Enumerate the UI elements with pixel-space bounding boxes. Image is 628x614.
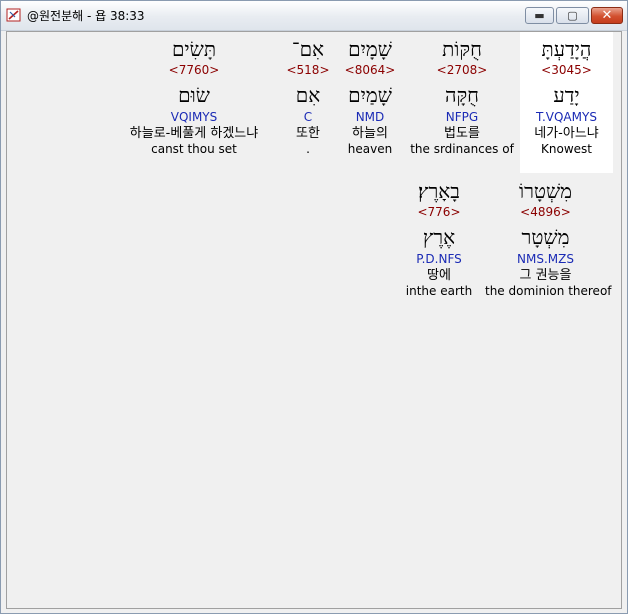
- parsing-code: NFPG: [445, 110, 479, 124]
- word-block[interactable]: הֲיָדַעְתָּ <3045> יָדַע T.VQAMYS 네가-아느냐…: [520, 32, 613, 173]
- hebrew-lemma: שָׁמַיִם: [348, 83, 392, 107]
- strong-number[interactable]: <8064>: [339, 63, 401, 78]
- app-icon: [6, 8, 21, 22]
- parsing-code: C: [303, 110, 313, 124]
- word-block[interactable]: שָׁמָיִם <8064> שָׁמַיִם NMD 하늘의 heaven: [339, 32, 401, 173]
- close-icon: ✕: [601, 8, 613, 23]
- hebrew-lemma: אֶרֶץ: [422, 225, 456, 249]
- korean-gloss: 법도를: [444, 126, 480, 141]
- word-block[interactable]: אִם־ <518> אִם C 또한 .: [283, 32, 333, 173]
- english-gloss: canst thou set: [151, 142, 237, 156]
- strong-number[interactable]: <2708>: [409, 63, 515, 78]
- strong-number[interactable]: <3045>: [520, 63, 613, 78]
- korean-gloss: 네가-아느냐: [534, 126, 599, 141]
- window-title: @원전분해 - 욥 38:33: [27, 9, 145, 23]
- english-gloss: the srdinances of: [410, 142, 514, 156]
- parsing-code: T.VQAMYS: [536, 110, 597, 124]
- korean-gloss: 그 권능을: [519, 268, 572, 283]
- parsing-code: NMD: [355, 110, 385, 124]
- hebrew-word: חֻקּוֹת: [442, 37, 482, 61]
- word-block[interactable]: בָאָרֶץ׃ <776> אֶרֶץ P.D.NFS 땅에 inthe ea…: [399, 174, 479, 315]
- strong-number[interactable]: <4896>: [485, 205, 606, 220]
- word-block[interactable]: מִשְׁטָרוֹ <4896> מִשְׁטָר NMS.MZS 그 권능을…: [485, 174, 612, 315]
- title-bar[interactable]: @원전분해 - 욥 38:33 ▬ ▢ ✕: [1, 1, 627, 31]
- korean-gloss: 하늘로-베풀게 하겠느냐: [129, 126, 259, 141]
- hebrew-word: אִם־: [291, 37, 325, 61]
- word-block[interactable]: חֻקּוֹת <2708> חֻקָּה NFPG 법도를 the srdin…: [409, 32, 515, 173]
- english-gloss: Knowest: [541, 142, 592, 156]
- english-gloss: the dominion thereof: [485, 284, 612, 298]
- hebrew-lemma: שׂוּם: [178, 83, 210, 107]
- maximize-button[interactable]: ▢: [556, 7, 589, 24]
- word-block[interactable]: תָּשִׂים <7760> שׂוּם VQIMYS 하늘로-베풀게 하겠느…: [109, 32, 279, 173]
- hebrew-word: תָּשִׂים: [171, 37, 217, 61]
- english-gloss: inthe earth: [405, 284, 473, 298]
- hebrew-lemma: חֻקָּה: [444, 83, 480, 107]
- hebrew-lemma: יָדַע: [553, 83, 580, 107]
- korean-gloss: 하늘의: [352, 126, 388, 141]
- strong-number[interactable]: <776>: [399, 205, 479, 220]
- korean-gloss: 땅에: [427, 268, 451, 283]
- app-window: @원전분해 - 욥 38:33 ▬ ▢ ✕ הֲיָדַעְתָּ <3045>…: [0, 0, 628, 614]
- strong-number[interactable]: <518>: [283, 63, 333, 78]
- parsing-code: NMS.MZS: [517, 252, 574, 266]
- hebrew-lemma: מִשְׁטָר: [521, 225, 570, 249]
- hebrew-lemma: אִם: [295, 83, 321, 107]
- hebrew-word: מִשְׁטָרוֹ: [518, 179, 573, 203]
- korean-gloss: 또한: [296, 126, 320, 141]
- hebrew-word: הֲיָדַעְתָּ: [541, 37, 592, 61]
- close-button[interactable]: ✕: [591, 7, 623, 24]
- english-gloss: heaven: [347, 142, 393, 156]
- strong-number[interactable]: <7760>: [109, 63, 279, 78]
- parsing-code: P.D.NFS: [416, 252, 462, 266]
- minimize-icon: ▬: [534, 9, 545, 22]
- interlinear-panel: הֲיָדַעְתָּ <3045> יָדַע T.VQAMYS 네가-아느냐…: [6, 31, 622, 609]
- parsing-code: VQIMYS: [170, 110, 218, 124]
- hebrew-word: בָאָרֶץ׃: [418, 179, 460, 203]
- english-gloss: .: [306, 142, 310, 156]
- hebrew-word: שָׁמָיִם: [348, 37, 392, 61]
- minimize-button[interactable]: ▬: [525, 7, 554, 24]
- maximize-icon: ▢: [567, 9, 578, 22]
